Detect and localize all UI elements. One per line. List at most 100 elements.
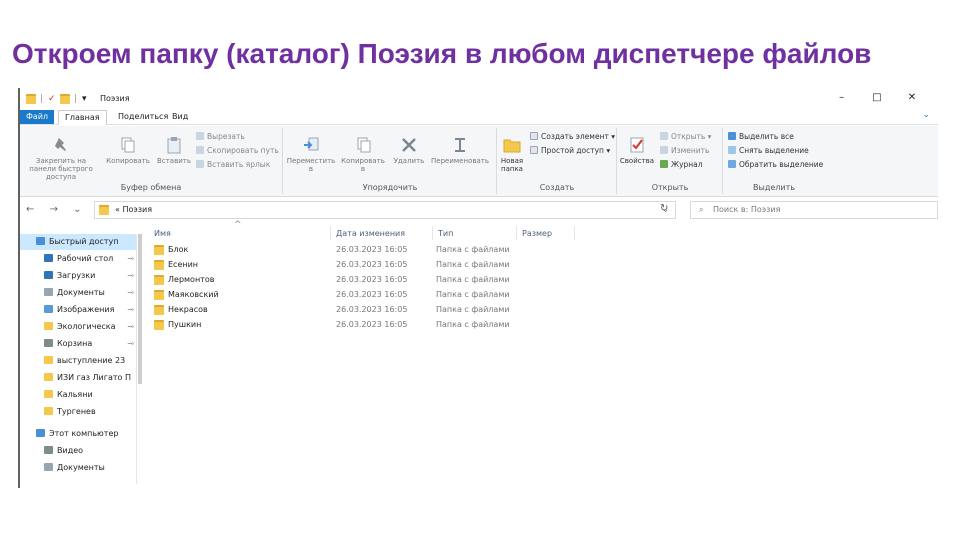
cut-button[interactable]: Вырезать xyxy=(196,132,245,141)
edit-label: Изменить xyxy=(671,146,710,155)
file-name: Лермонтов xyxy=(168,275,215,284)
nav-item[interactable]: Документы ⊸ xyxy=(20,285,136,301)
column-type-header[interactable]: Тип xyxy=(438,226,453,242)
folder-icon xyxy=(44,373,53,381)
close-button[interactable]: ✕ xyxy=(896,92,928,103)
folder-icon xyxy=(154,275,164,285)
column-size-header[interactable]: Размер xyxy=(522,226,552,242)
paste-shortcut-button[interactable]: Вставить ярлык xyxy=(196,160,270,169)
rename-button[interactable]: Переименовать xyxy=(428,136,492,165)
paste-icon xyxy=(167,137,181,154)
quick-access-folder-icon[interactable] xyxy=(26,94,36,107)
navigation-pane: Быстрый доступ Рабочий стол ⊸ Загрузки ⊸ Доку… xyxy=(20,234,136,488)
pin-icon[interactable]: ⊸ xyxy=(127,302,134,318)
nav-item[interactable]: выступление 23 xyxy=(20,353,136,369)
tab-file[interactable]: Файл xyxy=(20,110,54,124)
new-folder-qa-icon[interactable] xyxy=(60,94,70,107)
pin-icon[interactable]: ⊸ xyxy=(127,285,134,301)
file-explorer-window: | ✓ | ▾ Поэзия – □ ✕ Файл Главная Подели… xyxy=(18,88,940,488)
column-date-header[interactable]: Дата изменения xyxy=(336,226,405,242)
address-input[interactable]: « Поэзия ⌄ xyxy=(94,201,676,219)
open-button[interactable]: Открыть ▾ xyxy=(660,132,711,141)
select-none-button[interactable]: Снять выделение xyxy=(728,146,809,155)
tab-view[interactable]: Вид xyxy=(166,110,194,124)
nav-scrollbar-thumb[interactable] xyxy=(138,234,142,384)
minimize-button[interactable]: – xyxy=(826,92,858,103)
table-row[interactable]: Пушкин 26.03.2023 16:05 Папка с файлами xyxy=(150,317,570,332)
nav-scrollbar[interactable] xyxy=(136,234,143,484)
nav-item[interactable]: Корзина ⊸ xyxy=(20,336,136,352)
back-button[interactable]: ← xyxy=(26,204,40,215)
move-to-icon xyxy=(304,137,319,151)
file-name: Блок xyxy=(168,245,189,254)
file-type: Папка с файлами xyxy=(436,320,510,329)
breadcrumb[interactable]: « Поэзия xyxy=(115,202,152,218)
scissors-icon xyxy=(196,132,204,140)
history-button[interactable]: Журнал xyxy=(660,160,703,169)
create-group-label: Создать xyxy=(539,183,575,192)
expand-ribbon-icon[interactable]: ⌄ xyxy=(922,110,930,120)
copy-path-button[interactable]: Скопировать путь xyxy=(196,146,279,155)
nav-item[interactable]: Рабочий стол ⊸ xyxy=(20,251,136,267)
pin-icon[interactable]: ⊸ xyxy=(127,336,134,352)
move-to-label: Переместить в xyxy=(286,157,336,173)
nav-item[interactable]: Тургенев xyxy=(20,404,136,420)
nav-item[interactable]: Этот компьютер xyxy=(20,426,136,442)
tab-home[interactable]: Главная xyxy=(58,110,107,125)
delete-label: Удалить xyxy=(393,157,425,165)
properties-button[interactable]: Свойства xyxy=(618,136,656,165)
nav-item-label: Экологическа xyxy=(57,322,116,331)
easy-access-icon xyxy=(530,146,538,154)
invert-selection-button[interactable]: Обратить выделение xyxy=(728,160,823,169)
nav-item-label: выступление 23 xyxy=(57,356,126,365)
refresh-button[interactable]: ↻ xyxy=(660,203,668,214)
nav-item[interactable]: Загрузки ⊸ xyxy=(20,268,136,284)
paste-shortcut-icon xyxy=(196,160,204,168)
column-separator[interactable] xyxy=(516,226,517,240)
nav-item[interactable]: Быстрый доступ xyxy=(20,234,136,250)
file-name: Пушкин xyxy=(168,320,202,329)
copy-to-icon xyxy=(357,137,371,153)
maximize-button[interactable]: □ xyxy=(861,92,893,103)
edit-button[interactable]: Изменить xyxy=(660,146,709,155)
nav-item-label: Документы xyxy=(57,288,105,297)
copy-button[interactable]: Копировать xyxy=(106,136,150,165)
pin-icon[interactable]: ⊸ xyxy=(127,251,134,267)
select-all-button[interactable]: Выделить все xyxy=(728,132,794,141)
recent-locations-button[interactable]: ⌄ xyxy=(73,204,87,215)
properties-check-icon[interactable]: ✓ xyxy=(48,94,56,104)
column-separator[interactable] xyxy=(574,226,575,240)
pin-icon[interactable]: ⊸ xyxy=(127,319,134,335)
move-to-button[interactable]: Переместить в xyxy=(286,136,336,173)
column-separator[interactable] xyxy=(432,226,433,240)
new-folder-button[interactable]: Новая папка xyxy=(498,136,526,173)
column-separator[interactable] xyxy=(330,226,331,240)
address-folder-icon xyxy=(99,205,109,221)
column-name-header[interactable]: Имя xyxy=(154,226,171,242)
pin-quick-access-button[interactable]: Закрепить на панели быстрого доступа xyxy=(22,136,100,181)
nav-item[interactable]: Изображения ⊸ xyxy=(20,302,136,318)
nav-item[interactable]: ИЗИ газ Лигато П xyxy=(20,370,136,386)
delete-button[interactable]: Удалить xyxy=(392,136,426,165)
properties-icon xyxy=(630,137,644,153)
nav-item[interactable]: Документы xyxy=(20,460,136,476)
table-row[interactable]: Лермонтов 26.03.2023 16:05 Папка с файлами xyxy=(150,272,570,287)
new-item-button[interactable]: Создать элемент ▾ xyxy=(530,132,615,141)
search-input[interactable]: ⌕ Поиск в: Поэзия xyxy=(690,201,938,219)
tab-share[interactable]: Поделиться xyxy=(112,110,174,124)
paste-button[interactable]: Вставить xyxy=(154,136,194,165)
nav-item[interactable]: Экологическа ⊸ xyxy=(20,319,136,335)
table-row[interactable]: Блок 26.03.2023 16:05 Папка с файлами xyxy=(150,242,570,257)
organize-group-label: Упорядочить xyxy=(362,183,418,192)
nav-item[interactable]: Кальяни xyxy=(20,387,136,403)
customize-qa-dropdown-icon[interactable]: ▾ xyxy=(82,94,87,104)
pin-icon[interactable]: ⊸ xyxy=(127,268,134,284)
forward-button[interactable]: → xyxy=(50,204,64,215)
table-row[interactable]: Маяковский 26.03.2023 16:05 Папка с файлам… xyxy=(150,287,570,302)
table-row[interactable]: Есенин 26.03.2023 16:05 Папка с файлами xyxy=(150,257,570,272)
nav-item[interactable]: Видео xyxy=(20,443,136,459)
easy-access-button[interactable]: Простой доступ ▾ xyxy=(530,146,610,155)
address-bar-row: ← → ⌄ ↑ « Поэзия ⌄ ↻ ⌕ Поиск в: Поэзия xyxy=(20,200,938,220)
table-row[interactable]: Некрасов 26.03.2023 16:05 Папка с файлами xyxy=(150,302,570,317)
copy-to-button[interactable]: Копировать в xyxy=(338,136,388,173)
